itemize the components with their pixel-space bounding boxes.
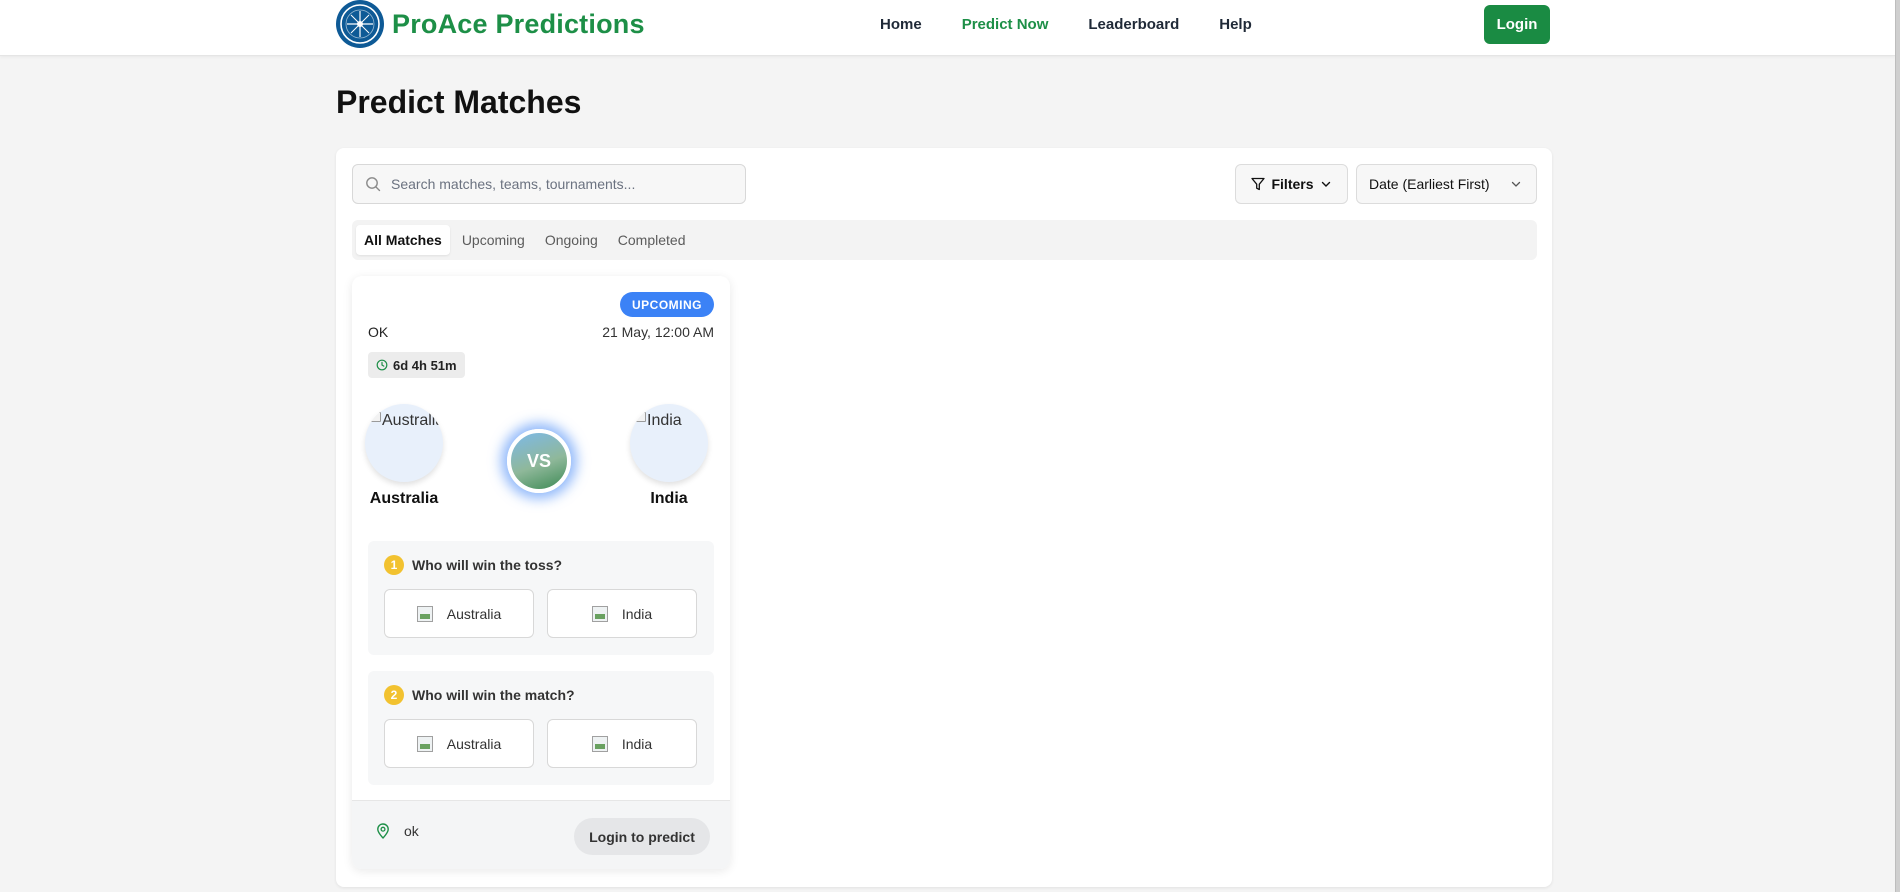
login-button[interactable]: Login (1484, 5, 1550, 44)
team-a-name: Australia (369, 490, 439, 507)
team-b-logo: India (630, 404, 708, 482)
nav-leaderboard[interactable]: Leaderboard (1088, 14, 1179, 35)
main-nav: Home Predict Now Leaderboard Help (880, 14, 1292, 35)
map-pin-icon (377, 823, 389, 839)
chevron-down-icon (1321, 181, 1330, 187)
option-match-team-a[interactable]: Australia (384, 719, 534, 768)
team-b-logo-alt: India (647, 412, 682, 429)
sort-value: Date (Earliest First) (1369, 176, 1490, 192)
tab-all-matches[interactable]: All Matches (356, 225, 450, 255)
funnel-icon (1251, 177, 1266, 191)
tab-upcoming[interactable]: Upcoming (454, 225, 533, 255)
question-header: 1 Who will win the toss? (384, 555, 562, 575)
question-header: 2 Who will win the match? (384, 685, 575, 705)
search-box[interactable] (352, 164, 746, 204)
option-label: India (621, 605, 653, 622)
filters-label: Filters (1271, 176, 1314, 192)
option-label: Australia (446, 735, 502, 752)
countdown-badge: 6d 4h 51m (368, 352, 465, 378)
venue: ok (376, 823, 419, 839)
match-card: UPCOMING OK 21 May, 12:00 AM 6d 4h 51m A… (352, 276, 730, 869)
question-number-badge: 1 (384, 555, 404, 575)
nav-predict-now[interactable]: Predict Now (962, 14, 1049, 35)
tab-ongoing[interactable]: Ongoing (537, 225, 606, 255)
option-match-team-b[interactable]: India (547, 719, 697, 768)
broken-image-icon: Australia (371, 412, 443, 430)
sort-select[interactable]: Date (Earliest First) (1356, 164, 1537, 204)
team-flag-icon (591, 735, 608, 752)
top-nav-bar: ProAce Predictions Home Predict Now Lead… (0, 0, 1895, 56)
team-b-name: India (650, 490, 688, 507)
option-toss-team-a[interactable]: Australia (384, 589, 534, 638)
brand-name: ProAce Predictions (392, 8, 645, 39)
search-icon (366, 177, 381, 192)
page-scrollbar[interactable] (1895, 0, 1900, 892)
broken-image-icon: India (636, 412, 682, 430)
option-toss-team-b[interactable]: India (547, 589, 697, 638)
login-to-predict-button[interactable]: Login to predict (574, 818, 710, 855)
question-number-badge: 2 (384, 685, 404, 705)
question-text: Who will win the match? (412, 687, 575, 703)
prediction-question-match: 2 Who will win the match? Australia Indi… (368, 671, 714, 785)
tab-completed[interactable]: Completed (610, 225, 694, 255)
option-label: India (621, 735, 653, 752)
status-badge: UPCOMING (620, 292, 714, 317)
match-title: OK (368, 324, 389, 340)
team-flag-icon (591, 605, 608, 622)
question-text: Who will win the toss? (412, 557, 563, 573)
countdown-text: 6d 4h 51m (393, 357, 457, 373)
team-a: Australia Australia (359, 404, 449, 508)
filters-button[interactable]: Filters (1235, 164, 1348, 204)
card-footer: ok Login to predict (352, 800, 730, 869)
clock-icon (376, 359, 388, 371)
team-a-logo: Australia (365, 404, 443, 482)
nav-help[interactable]: Help (1219, 14, 1252, 35)
team-b: India India (624, 404, 714, 508)
nav-home[interactable]: Home (880, 14, 922, 35)
option-label: Australia (446, 605, 502, 622)
chevron-down-icon (1511, 181, 1521, 187)
venue-text: ok (404, 823, 419, 839)
search-input[interactable] (391, 176, 731, 192)
vs-badge: VS (507, 429, 571, 493)
brand-logo[interactable]: ProAce Predictions (336, 0, 645, 48)
matches-panel: Filters Date (Earliest First) All Matche… (336, 148, 1552, 887)
page-title: Predict Matches (336, 84, 582, 120)
team-flag-icon (416, 605, 433, 622)
prediction-question-toss: 1 Who will win the toss? Australia India (368, 541, 714, 655)
team-a-logo-alt: Australia (382, 412, 443, 429)
team-flag-icon (416, 735, 433, 752)
match-date: 21 May, 12:00 AM (602, 324, 714, 340)
match-tabs: All Matches Upcoming Ongoing Completed (352, 220, 1537, 260)
compass-icon (336, 0, 384, 48)
